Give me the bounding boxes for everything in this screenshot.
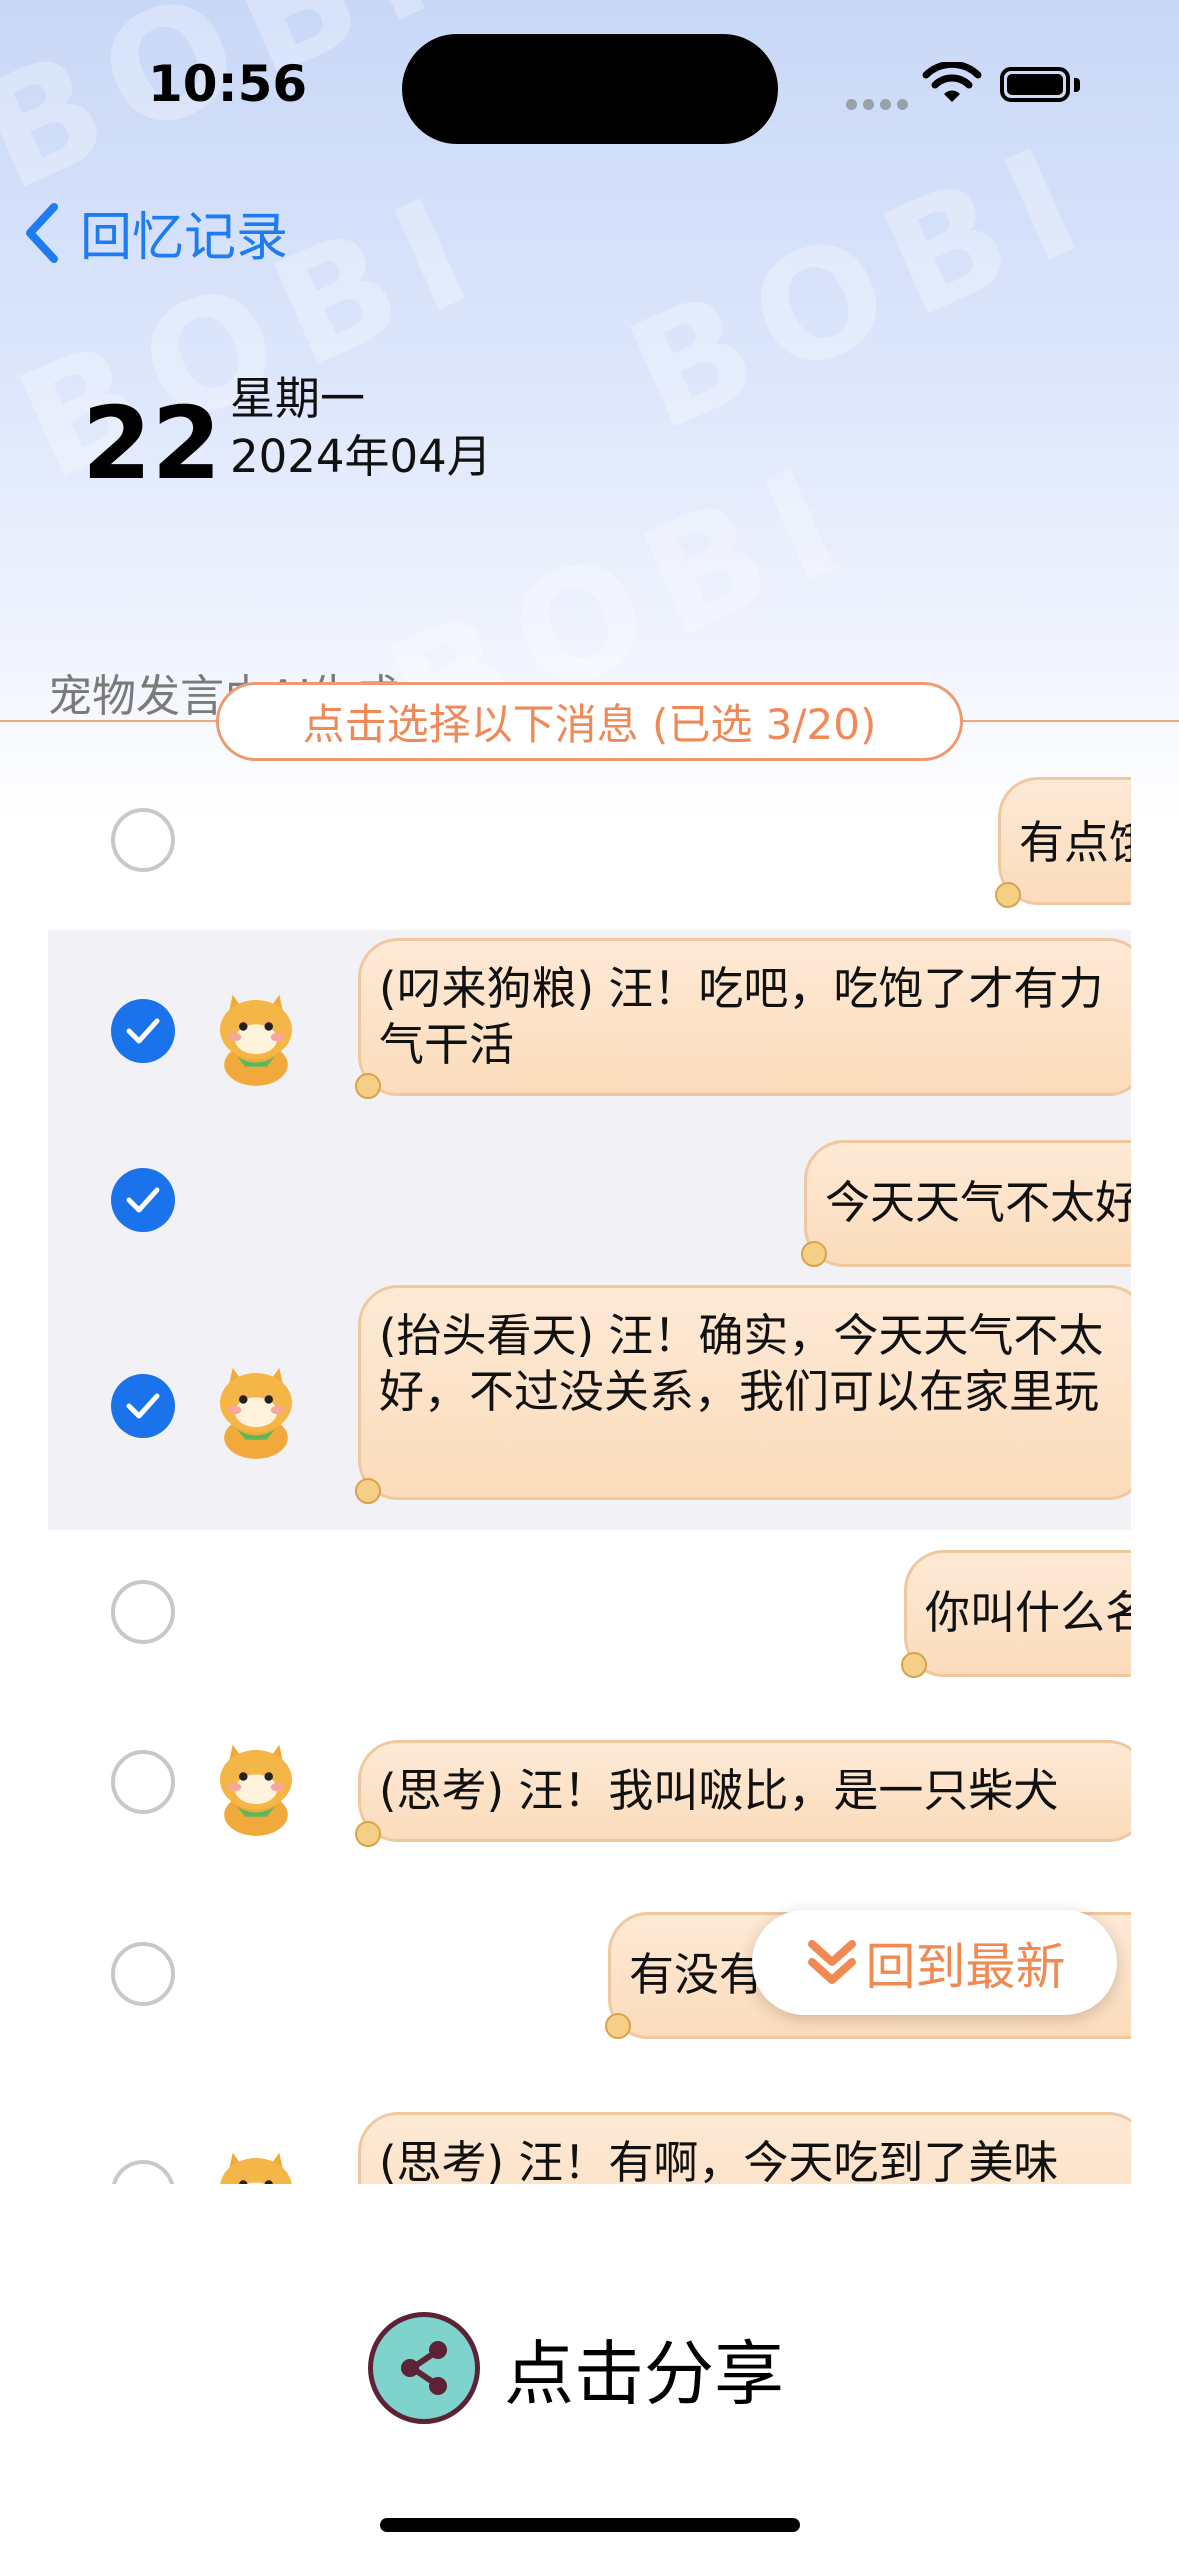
date-day: 22 (82, 385, 222, 502)
share-icon (368, 2312, 480, 2424)
share-label: 点击分享 (504, 2332, 784, 2415)
message-row[interactable]: 今天天气不太好 (48, 1140, 1131, 1270)
coin-icon (355, 1821, 381, 1847)
date-weekday: 星期一 (230, 372, 366, 425)
coin-icon (355, 1073, 381, 1099)
message-row[interactable]: (思考) 汪！我叫啵比，是一只柴犬 (48, 1700, 1131, 1890)
watermark: BOBI (605, 109, 1119, 465)
selection-banner: 点击选择以下消息 (已选 3/20) (216, 682, 963, 761)
checkmark-icon (126, 1187, 160, 1213)
select-checkbox[interactable] (111, 808, 175, 872)
coin-icon (901, 1652, 927, 1678)
back-to-latest-label: 回到最新 (865, 1937, 1066, 1996)
user-message-bubble: 今天天气不太好 (804, 1140, 1131, 1267)
home-indicator[interactable] (380, 2518, 800, 2532)
share-button[interactable]: 点击分享 (368, 2312, 784, 2424)
back-to-latest-button[interactable]: 回到最新 (752, 1910, 1117, 2015)
battery-cap (1074, 78, 1080, 92)
select-checkbox[interactable] (111, 1374, 175, 1438)
select-checkbox[interactable] (111, 1942, 175, 2006)
date-year-month: 2024年04月 (230, 430, 492, 483)
select-checkbox[interactable] (111, 2160, 175, 2184)
message-row[interactable]: (抬头看天) 汪！确实，今天天气不太好，不过没关系，我们可以在家里玩 (48, 1270, 1131, 1530)
pet-message-bubble: (叼来狗粮) 汪！吃吧，吃饱了才有力气干活 (358, 938, 1131, 1096)
message-row[interactable]: (思考) 汪！有啊，今天吃到了美味 (48, 2070, 1131, 2184)
coin-icon (355, 1478, 381, 1504)
status-time: 10:56 (148, 55, 308, 113)
double-chevron-down-icon (807, 1939, 856, 1984)
coin-icon (995, 882, 1021, 908)
back-button[interactable]: 回忆记录 (24, 195, 288, 270)
pet-message-bubble: (抬头看天) 汪！确实，今天天气不太好，不过没关系，我们可以在家里玩 (358, 1285, 1131, 1500)
shiba-avatar-icon (219, 1744, 293, 1836)
pet-message-bubble: (思考) 汪！我叫啵比，是一只柴犬 (358, 1740, 1131, 1842)
back-label: 回忆记录 (80, 208, 289, 268)
message-row[interactable]: 有点饿了 (48, 762, 1131, 942)
checkmark-icon (126, 1393, 160, 1419)
message-row[interactable]: 你叫什么名字 (48, 1530, 1131, 1700)
select-checkbox[interactable] (111, 999, 175, 1063)
user-message-bubble: 你叫什么名字 (904, 1550, 1131, 1677)
message-row[interactable]: (叼来狗粮) 汪！吃吧，吃饱了才有力气干活 (48, 930, 1131, 1140)
select-checkbox[interactable] (111, 1168, 175, 1232)
cellular-signal-icon (846, 95, 914, 114)
select-checkbox[interactable] (111, 1580, 175, 1644)
battery-icon (1000, 67, 1070, 102)
shiba-avatar-icon (219, 1367, 293, 1459)
coin-icon (605, 2013, 631, 2039)
shiba-avatar-icon (220, 2152, 292, 2184)
pet-message-bubble: (思考) 汪！有啊，今天吃到了美味 (358, 2112, 1131, 2184)
checkmark-icon (126, 1018, 160, 1044)
wifi-icon (922, 60, 982, 110)
shiba-avatar-icon (219, 994, 293, 1086)
chevron-left-icon (26, 202, 58, 263)
select-checkbox[interactable] (111, 1750, 175, 1814)
dynamic-island (402, 34, 778, 144)
coin-icon (801, 1241, 827, 1267)
